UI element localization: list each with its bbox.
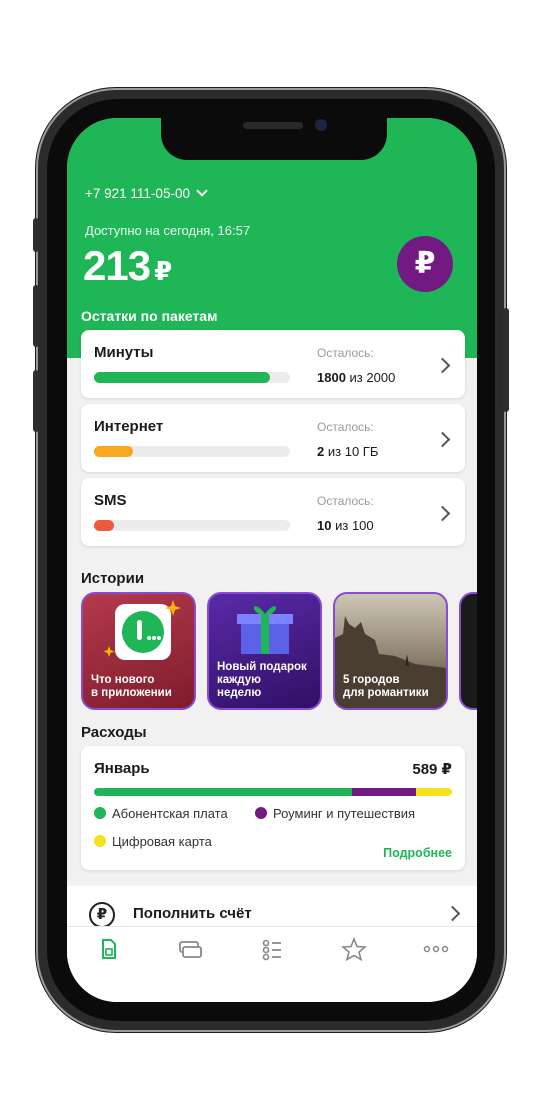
story-weekly-gift[interactable]: Новый подарок каждую неделю bbox=[207, 592, 322, 710]
legend-item-subscription: Абонентская плата bbox=[94, 806, 228, 821]
remaining-value: 2 из 10 ГБ bbox=[317, 444, 379, 459]
payment-button[interactable]: ₽ bbox=[397, 236, 453, 292]
legend-item-digital-card: Цифровая карта bbox=[94, 834, 212, 849]
power-button bbox=[503, 308, 509, 412]
balance[interactable]: 213 ₽ bbox=[83, 242, 172, 290]
story-whats-new[interactable]: Что нового в приложении bbox=[81, 592, 196, 710]
expenses-segment-digital-card bbox=[416, 788, 452, 796]
remaining-value: 10 из 100 bbox=[317, 518, 374, 533]
expenses-more-link[interactable]: Подробнее bbox=[383, 846, 452, 860]
expenses-segment-roaming bbox=[351, 788, 417, 796]
volume-down-button bbox=[33, 370, 39, 432]
balance-amount: 213 bbox=[83, 242, 151, 289]
legend-dot bbox=[255, 807, 267, 819]
tab-home[interactable] bbox=[93, 937, 123, 961]
package-progress-fill bbox=[94, 446, 134, 457]
expenses-month: Январь bbox=[94, 760, 150, 777]
package-name: Интернет bbox=[94, 418, 164, 435]
story-caption: 5 городов для романтики bbox=[343, 674, 429, 699]
package-name: SMS bbox=[94, 492, 127, 509]
legend-dot bbox=[94, 807, 106, 819]
package-progress-fill bbox=[94, 520, 114, 531]
expenses-segment-subscription bbox=[94, 788, 352, 796]
expenses-title: Расходы bbox=[81, 724, 147, 741]
balance-currency: ₽ bbox=[154, 256, 172, 286]
topup-label: Пополнить счёт bbox=[133, 905, 252, 922]
tab-payments[interactable] bbox=[175, 937, 205, 961]
chevron-right-icon bbox=[434, 431, 451, 448]
mute-switch bbox=[33, 218, 39, 252]
phone-number-selector[interactable]: +7 921 111-05-00 bbox=[85, 185, 208, 201]
remaining-label: Осталось: bbox=[317, 420, 374, 434]
volume-up-button bbox=[33, 285, 39, 347]
legend-dot bbox=[94, 835, 106, 847]
package-progress-fill bbox=[94, 372, 271, 383]
tab-bar bbox=[67, 926, 477, 1002]
remaining-label: Осталось: bbox=[317, 346, 374, 360]
packages-title: Остатки по пакетам bbox=[81, 308, 218, 324]
services-icon bbox=[262, 939, 281, 961]
package-card-internet[interactable]: Интернет Осталось: 2 из 10 ГБ bbox=[81, 404, 465, 472]
sim-icon bbox=[102, 939, 116, 959]
expenses-bar bbox=[94, 788, 452, 796]
speaker bbox=[243, 122, 303, 129]
chevron-down-icon bbox=[196, 185, 208, 197]
story-romantic-cities[interactable]: 5 городов для романтики bbox=[333, 592, 448, 710]
tab-favorites[interactable] bbox=[339, 936, 369, 962]
more-icon bbox=[423, 945, 449, 953]
tab-services[interactable] bbox=[257, 937, 287, 961]
remaining-label: Осталось: bbox=[317, 494, 374, 508]
story-caption: Что нового в приложении bbox=[91, 674, 172, 699]
remaining-value: 1800 из 2000 bbox=[317, 370, 396, 385]
star-icon bbox=[340, 936, 368, 962]
tab-more[interactable] bbox=[421, 937, 451, 961]
package-progress-track bbox=[94, 520, 290, 531]
legend-item-roaming: Роуминг и путешествия bbox=[255, 806, 415, 821]
cards-icon bbox=[179, 941, 202, 958]
story-next-partial[interactable] bbox=[459, 592, 477, 710]
story-caption: Новый подарок каждую неделю bbox=[217, 661, 307, 699]
chevron-right-icon bbox=[434, 357, 451, 374]
front-camera bbox=[315, 119, 327, 131]
stories-title: Истории bbox=[81, 570, 145, 587]
expenses-card[interactable]: Январь 589 ₽ Абонентская плата Роуминг и… bbox=[81, 746, 465, 870]
ruble-icon: ₽ bbox=[414, 247, 436, 280]
ruble-circle-icon: ₽ bbox=[89, 902, 115, 928]
chevron-right-icon bbox=[444, 905, 461, 922]
app-screen: +7 921 111-05-00 Доступно на сегодня, 16… bbox=[67, 118, 477, 1002]
package-progress-track bbox=[94, 372, 290, 383]
package-card-minutes[interactable]: Минуты Осталось: 1800 из 2000 bbox=[81, 330, 465, 398]
package-name: Минуты bbox=[94, 344, 154, 361]
available-label: Доступно на сегодня, 16:57 bbox=[85, 223, 251, 238]
expenses-total: 589 ₽ bbox=[412, 761, 452, 778]
notch bbox=[161, 118, 387, 160]
package-progress-track bbox=[94, 446, 290, 457]
chevron-right-icon bbox=[434, 505, 451, 522]
package-card-sms[interactable]: SMS Осталось: 10 из 100 bbox=[81, 478, 465, 546]
phone-number: +7 921 111-05-00 bbox=[85, 186, 190, 201]
